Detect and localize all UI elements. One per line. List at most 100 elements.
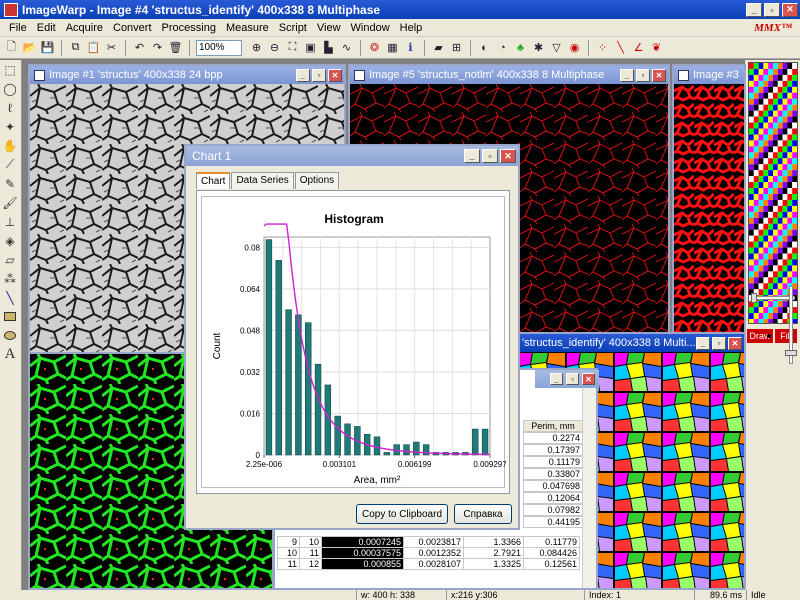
palette-swatch[interactable] bbox=[787, 247, 793, 254]
palette-swatch[interactable] bbox=[758, 146, 764, 153]
palette-swatch[interactable] bbox=[763, 313, 769, 320]
palette-swatch[interactable] bbox=[773, 116, 778, 123]
palette-swatch[interactable] bbox=[749, 229, 754, 236]
palette-swatch[interactable] bbox=[763, 80, 769, 87]
phase-icon[interactable]: ♣ bbox=[513, 40, 528, 55]
palette-swatch[interactable] bbox=[763, 265, 769, 272]
palette-swatch[interactable] bbox=[792, 217, 797, 224]
palette-swatch[interactable] bbox=[777, 301, 783, 308]
palette-swatch[interactable] bbox=[758, 152, 764, 159]
palette-swatch[interactable] bbox=[758, 289, 764, 296]
palette-swatch[interactable] bbox=[758, 110, 764, 117]
palette-swatch[interactable] bbox=[749, 158, 754, 165]
palette-swatch[interactable] bbox=[763, 277, 769, 284]
palette-swatch[interactable] bbox=[782, 98, 788, 105]
palette-swatch[interactable] bbox=[773, 92, 778, 99]
palette-swatch[interactable] bbox=[787, 241, 793, 248]
palette-swatch[interactable] bbox=[792, 116, 797, 123]
palette-swatch[interactable] bbox=[763, 289, 769, 296]
palette-swatch[interactable] bbox=[753, 170, 759, 177]
palette-swatch[interactable] bbox=[792, 86, 797, 93]
line-tool-icon[interactable]: ╲ bbox=[0, 288, 20, 307]
palette-swatch[interactable] bbox=[782, 128, 788, 135]
palette-swatch[interactable] bbox=[792, 265, 797, 272]
palette-swatch[interactable] bbox=[787, 277, 793, 284]
palette-swatch[interactable] bbox=[749, 98, 754, 105]
palette-swatch[interactable] bbox=[787, 182, 793, 189]
palette-swatch[interactable] bbox=[763, 116, 769, 123]
palette-swatch[interactable] bbox=[792, 253, 797, 260]
palette-swatch[interactable] bbox=[768, 116, 773, 123]
palette-swatch[interactable] bbox=[777, 182, 783, 189]
palette-swatch[interactable] bbox=[753, 247, 759, 254]
palette-swatch[interactable] bbox=[758, 193, 764, 200]
palette-swatch[interactable] bbox=[749, 146, 754, 153]
info-icon[interactable]: ℹ bbox=[403, 40, 418, 55]
palette-swatch[interactable] bbox=[773, 289, 778, 296]
palette-swatch[interactable] bbox=[782, 307, 788, 314]
palette-swatch[interactable] bbox=[758, 164, 764, 171]
palette-swatch[interactable] bbox=[758, 134, 764, 141]
palette-swatch[interactable] bbox=[749, 134, 754, 141]
maximize-button[interactable]: ▫ bbox=[764, 2, 780, 17]
palette-swatch[interactable] bbox=[792, 164, 797, 171]
palette-swatch[interactable] bbox=[787, 134, 793, 141]
table-row[interactable]: 10 11 0.00037575 0.0012352 2.7921 0.084426 bbox=[277, 547, 580, 559]
palette-swatch[interactable] bbox=[753, 235, 759, 242]
palette-swatch[interactable] bbox=[768, 140, 773, 147]
palette-swatch[interactable] bbox=[753, 319, 759, 324]
palette-swatch[interactable] bbox=[782, 319, 788, 324]
palette-swatch[interactable] bbox=[763, 241, 769, 248]
palette-swatch[interactable] bbox=[773, 199, 778, 206]
palette-swatch[interactable] bbox=[792, 247, 797, 254]
palette-swatch[interactable] bbox=[753, 265, 759, 272]
palette-swatch[interactable] bbox=[782, 86, 788, 93]
palette-swatch[interactable] bbox=[758, 205, 764, 212]
palette-swatch[interactable] bbox=[763, 307, 769, 314]
palette-swatch[interactable] bbox=[763, 140, 769, 147]
palette-swatch[interactable] bbox=[753, 217, 759, 224]
palette-swatch[interactable] bbox=[763, 235, 769, 242]
palette-swatch[interactable] bbox=[753, 199, 759, 206]
palette-swatch[interactable] bbox=[782, 301, 788, 308]
palette-swatch[interactable] bbox=[758, 265, 764, 272]
palette-swatch[interactable] bbox=[753, 98, 759, 105]
palette-swatch[interactable] bbox=[787, 170, 793, 177]
palette-swatch[interactable] bbox=[782, 283, 788, 290]
menu-measure[interactable]: Measure bbox=[221, 22, 274, 34]
palette-swatch[interactable] bbox=[768, 182, 773, 189]
palette-swatch[interactable] bbox=[782, 146, 788, 153]
palette-swatch[interactable] bbox=[753, 176, 759, 183]
palette-swatch[interactable] bbox=[782, 205, 788, 212]
palette-swatch[interactable] bbox=[758, 277, 764, 284]
palette-swatch[interactable] bbox=[749, 265, 754, 272]
palette-swatch[interactable] bbox=[758, 247, 764, 254]
angle-icon[interactable]: ∠ bbox=[631, 40, 646, 55]
close-button[interactable]: ✕ bbox=[782, 2, 798, 17]
zoom-in-icon[interactable]: ⊕ bbox=[249, 40, 264, 55]
palette-swatch[interactable] bbox=[782, 277, 788, 284]
palette-swatch[interactable] bbox=[749, 164, 754, 171]
palette-swatch[interactable] bbox=[758, 122, 764, 129]
palette-swatch[interactable] bbox=[753, 158, 759, 165]
palette-swatch[interactable] bbox=[782, 241, 788, 248]
palette-swatch[interactable] bbox=[773, 152, 778, 159]
palette-swatch[interactable] bbox=[792, 193, 797, 200]
palette-swatch[interactable] bbox=[773, 128, 778, 135]
palette-swatch[interactable] bbox=[753, 229, 759, 236]
palette-swatch[interactable] bbox=[768, 176, 773, 183]
palette-swatch[interactable] bbox=[782, 193, 788, 200]
eyedropper-icon[interactable]: ⟋ bbox=[0, 155, 20, 174]
palette-swatch[interactable] bbox=[787, 259, 793, 266]
palette-swatch[interactable] bbox=[773, 80, 778, 87]
palette-swatch[interactable] bbox=[763, 86, 769, 93]
palette-swatch[interactable] bbox=[763, 211, 769, 218]
palette-swatch[interactable] bbox=[763, 319, 769, 324]
palette-swatch[interactable] bbox=[787, 152, 793, 159]
close-button[interactable]: ✕ bbox=[582, 373, 595, 385]
palette-swatch[interactable] bbox=[777, 164, 783, 171]
palette-swatch[interactable] bbox=[773, 110, 778, 117]
palette-swatch[interactable] bbox=[763, 193, 769, 200]
palette-swatch[interactable] bbox=[749, 307, 754, 314]
palette-swatch[interactable] bbox=[768, 128, 773, 135]
